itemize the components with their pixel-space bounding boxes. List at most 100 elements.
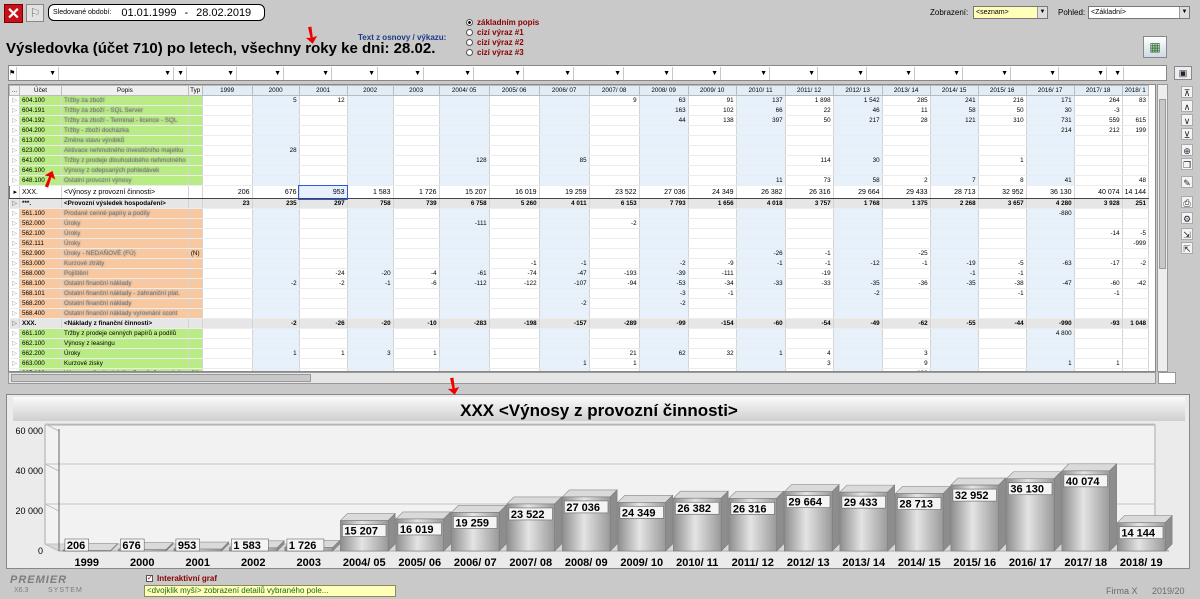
value-cell[interactable] <box>299 135 348 146</box>
value-cell[interactable] <box>1026 155 1075 166</box>
value-cell[interactable]: -1 <box>882 258 931 269</box>
value-cell[interactable] <box>299 175 348 186</box>
value-cell[interactable]: 63 <box>639 95 689 106</box>
description-cell[interactable]: Ostatní finanční náklady <box>61 278 189 289</box>
value-cell[interactable] <box>930 208 979 219</box>
radio-option-cizi-2[interactable]: cizí výraz #2 <box>466 38 539 48</box>
value-cell[interactable]: -93 <box>1074 318 1123 329</box>
value-cell[interactable] <box>489 115 540 126</box>
description-cell[interactable]: Tržby - zboží docházka <box>61 125 189 136</box>
value-cell[interactable] <box>930 155 979 166</box>
value-cell[interactable]: -289 <box>589 318 640 329</box>
value-cell[interactable]: 264 <box>1074 95 1123 106</box>
value-cell[interactable] <box>202 238 253 249</box>
type-cell[interactable] <box>188 175 203 186</box>
value-cell[interactable]: 4 011 <box>539 198 590 209</box>
account-cell[interactable]: 623.000 <box>19 145 62 156</box>
row-indicator[interactable]: ▷ <box>9 288 20 299</box>
value-cell[interactable] <box>833 298 883 309</box>
value-cell[interactable] <box>439 165 490 176</box>
value-cell[interactable] <box>785 308 834 319</box>
value-cell[interactable]: -24 <box>299 268 348 279</box>
value-cell[interactable] <box>202 308 253 319</box>
table-row[interactable]: ▷ 568.101 Ostatní finanční náklady - zahra… <box>9 288 1150 299</box>
value-cell[interactable]: 4 <box>785 348 834 359</box>
bar-side[interactable] <box>665 494 673 552</box>
value-cell[interactable] <box>539 338 590 349</box>
value-cell[interactable] <box>978 328 1027 339</box>
value-cell[interactable] <box>978 208 1027 219</box>
type-cell[interactable] <box>188 198 203 209</box>
type-cell[interactable] <box>188 95 203 106</box>
scrollbar-thumb[interactable] <box>11 374 311 382</box>
bar-side[interactable] <box>554 496 562 552</box>
value-cell[interactable] <box>252 228 300 239</box>
table-row[interactable]: ▷ 563.000 Kurzové ztráty -1 -1 -2 -9 -1 -1 -12 -1-… <box>9 258 1150 269</box>
value-cell[interactable]: 241 <box>930 95 979 106</box>
value-cell[interactable] <box>978 238 1027 249</box>
description-cell[interactable]: Ostatní finanční náklady <box>61 298 189 309</box>
value-cell[interactable]: 285 <box>882 95 931 106</box>
value-cell[interactable] <box>347 95 394 106</box>
column-header[interactable]: Účet <box>19 85 62 96</box>
value-cell[interactable] <box>347 218 394 229</box>
column-filter-dropdown[interactable]: ▼ <box>424 67 474 80</box>
column-filter-dropdown[interactable]: ▼ <box>574 67 624 80</box>
zoom-in-button[interactable]: ⊕ <box>1181 144 1193 156</box>
value-cell[interactable] <box>439 308 490 319</box>
value-cell[interactable]: -49 <box>833 318 883 329</box>
value-cell[interactable] <box>882 298 931 309</box>
description-cell[interactable]: Výnosy z odepsaných pohledávek <box>61 165 189 176</box>
value-cell[interactable] <box>489 358 540 369</box>
value-cell[interactable] <box>1122 208 1150 219</box>
value-cell[interactable] <box>589 165 640 176</box>
value-cell[interactable] <box>202 318 253 329</box>
value-cell[interactable] <box>489 308 540 319</box>
value-cell[interactable]: 1 726 <box>393 185 440 199</box>
value-cell[interactable] <box>882 238 931 249</box>
value-cell[interactable] <box>252 175 300 186</box>
table-row[interactable]: ▷ 562.111 Úroky -999 <box>9 238 1150 249</box>
value-cell[interactable]: -99 <box>639 318 689 329</box>
value-cell[interactable]: -5 <box>978 258 1027 269</box>
value-cell[interactable] <box>489 105 540 116</box>
column-filter-dropdown[interactable]: ▼ <box>770 67 818 80</box>
value-cell[interactable] <box>539 348 590 359</box>
value-cell[interactable]: -26 <box>736 248 786 259</box>
value-cell[interactable] <box>347 358 394 369</box>
value-cell[interactable]: -111 <box>688 268 737 279</box>
value-cell[interactable]: 953 <box>298 184 349 200</box>
type-cell[interactable] <box>188 115 203 126</box>
value-cell[interactable]: -1 <box>978 288 1027 299</box>
value-cell[interactable] <box>439 298 490 309</box>
column-filter-dropdown[interactable]: ▼ <box>59 67 174 80</box>
value-cell[interactable] <box>785 298 834 309</box>
type-cell[interactable] <box>188 238 203 249</box>
value-cell[interactable] <box>1026 135 1075 146</box>
edit-button[interactable]: ✎ <box>1181 176 1193 188</box>
value-cell[interactable]: 1 375 <box>882 198 931 209</box>
value-cell[interactable]: -42 <box>1122 278 1150 289</box>
column-filter-dropdown[interactable]: ▼ <box>721 67 770 80</box>
value-cell[interactable]: -63 <box>1026 258 1075 269</box>
value-cell[interactable] <box>589 115 640 126</box>
bar-side[interactable] <box>776 490 784 552</box>
value-cell[interactable] <box>589 105 640 116</box>
value-cell[interactable] <box>439 135 490 146</box>
value-cell[interactable] <box>978 228 1027 239</box>
value-cell[interactable]: 29 664 <box>833 185 883 199</box>
value-cell[interactable]: -198 <box>489 318 540 329</box>
value-cell[interactable] <box>202 175 253 186</box>
table-row[interactable]: ▷ 646.100 Výnosy z odepsaných pohledávek <box>9 165 1150 176</box>
value-cell[interactable] <box>930 358 979 369</box>
value-cell[interactable]: -47 <box>1026 278 1075 289</box>
value-cell[interactable]: 297 <box>299 198 348 209</box>
value-cell[interactable]: -122 <box>489 278 540 289</box>
bar-top[interactable] <box>395 511 452 520</box>
value-cell[interactable]: 1 <box>589 358 640 369</box>
value-cell[interactable]: -2 <box>252 318 300 329</box>
value-cell[interactable] <box>299 228 348 239</box>
table-row[interactable]: ▷ 568.400 Ostatní finanční náklady vyrovná… <box>9 308 1150 319</box>
value-cell[interactable]: -38 <box>978 278 1027 289</box>
account-cell[interactable]: 663.000 <box>19 358 62 369</box>
